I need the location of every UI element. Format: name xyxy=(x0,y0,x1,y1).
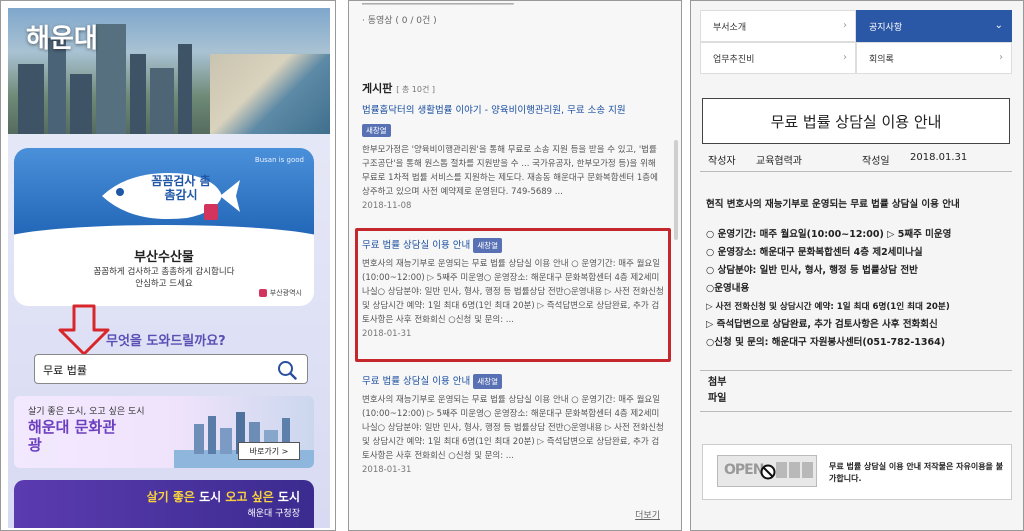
board-section-title: 게시판 [ 총 10건 ] xyxy=(362,82,435,95)
post-excerpt: 변호사의 재능기부로 운영되는 무료 법률 상담실 이용 안내 ○ 운영기간: … xyxy=(362,395,664,461)
post-date: 2018-01-31 xyxy=(362,465,412,475)
search-box[interactable] xyxy=(34,354,308,384)
license-icons xyxy=(776,462,813,478)
city-header-image: 해운대 xyxy=(8,8,330,134)
notice-meta: 작성자 교육협력과 작성일 2018.01.31 xyxy=(700,146,1012,172)
nav-item-minutes[interactable]: 회의록 › xyxy=(856,42,1012,74)
notice-content: 현직 변호사의 재능기부로 운영되는 무료 법률 상담실 이용 안내 ○ 운영기… xyxy=(706,199,960,348)
help-question: 무엇을 도와드릴까요? xyxy=(106,334,226,349)
nav-item-notice[interactable]: 공지사항 ⌄ xyxy=(856,10,1012,42)
kogl-license-badge: OPEN xyxy=(717,455,817,487)
video-result-count: ━━━━━━━━━━━━━━━━━━━━━━━━━━━━ · 동영상 ( 0 /… xyxy=(362,0,514,26)
banner-title: 부산수산물 xyxy=(134,250,194,265)
mobile-home-panel: 해운대 Busan is good 꼼꼼검사 촘촘감시 부산수산물 꼼꼼하게 검… xyxy=(0,0,336,531)
seafood-banner[interactable]: Busan is good 꼼꼼검사 촘촘감시 부산수산물 꼼꼼하게 검사하고 … xyxy=(14,148,314,306)
board-count: [ 총 10건 ] xyxy=(396,85,435,94)
banner-description: 꼼꼼하게 검사하고 촘촘하게 감시합니다 안심하고 드세요 xyxy=(93,267,235,289)
license-box: OPEN 무료 법률 상담실 이용 안내 저작물은 자유이용을 불가합니다. xyxy=(702,444,1012,500)
list-item[interactable]: 무료 법률 상담실 이용 안내 새창열 변호사의 재능기부로 운영되는 무료 법… xyxy=(362,374,664,475)
office-name: 해운대 구청장 xyxy=(247,509,300,519)
author-label: 작성자 xyxy=(708,156,736,167)
new-window-button[interactable]: 새창열 xyxy=(362,124,391,137)
chevron-right-icon: › xyxy=(843,20,847,31)
attachment-label: 첨부파일 xyxy=(708,377,727,404)
post-title[interactable]: 무료 법률 상담실 이용 안내 xyxy=(362,376,470,387)
author-value: 교육협력과 xyxy=(756,156,802,167)
highlight-box xyxy=(355,228,671,362)
attachment-row: 첨부파일 xyxy=(700,370,1012,412)
mobile-home-screen: 해운대 Busan is good 꼼꼼검사 촘촘감시 부산수산물 꼼꼼하게 검… xyxy=(8,8,330,528)
post-excerpt: 한부모가정은 '양육비이행관리원'을 통해 무료로 소송 지원 등을 받을 수 … xyxy=(362,145,658,197)
nav-item-expenses[interactable]: 업무추진비 › xyxy=(700,42,856,74)
date-value: 2018.01.31 xyxy=(910,152,968,163)
no-sign-icon xyxy=(760,464,776,480)
busan-logo-icon xyxy=(258,289,267,297)
search-input[interactable] xyxy=(43,360,263,380)
sub-navigation: 부서소개 › 공지사항 ⌄ 업무추진비 › 회의록 › xyxy=(700,10,1012,74)
district-office-banner[interactable]: 살기 좋은 도시 오고 싶은 도시 해운대 구청장 xyxy=(14,480,314,528)
license-text: 무료 법률 상담실 이용 안내 저작물은 자유이용을 불가합니다. xyxy=(829,462,1004,483)
date-label: 작성일 xyxy=(862,156,890,167)
new-window-button[interactable]: 새창열 xyxy=(473,374,502,389)
search-icon[interactable] xyxy=(277,360,297,380)
culture-shortcut-button[interactable]: 바로가기 > xyxy=(238,442,300,460)
chevron-right-icon: › xyxy=(843,52,847,63)
banner-tagline: Busan is good xyxy=(254,156,304,164)
culture-tag: 살기 좋은 도시, 오고 싶은 도시 xyxy=(28,407,145,417)
office-slogan: 살기 좋은 도시 오고 싶은 도시 xyxy=(146,490,300,504)
post-date: 2018-11-08 xyxy=(362,201,412,211)
more-link[interactable]: 더보기 xyxy=(635,508,660,521)
notice-detail-panel: 부서소개 › 공지사항 ⌄ 업무추진비 › 회의록 › 무료 법률 상담실 이용 안내 … xyxy=(690,0,1024,531)
culture-tourism-banner[interactable]: 살기 좋은 도시, 오고 싶은 도시 해운대 문화관광 바로가기 > xyxy=(14,396,314,468)
culture-name: 해운대 문화관광 xyxy=(28,418,117,454)
fish-text: 꼼꼼검사 촘촘감시 xyxy=(151,174,211,202)
scrollbar[interactable] xyxy=(674,140,678,240)
red-down-arrow-icon xyxy=(58,304,110,356)
chevron-down-icon: ⌄ xyxy=(994,20,1003,31)
chevron-right-icon: › xyxy=(999,52,1003,63)
list-item[interactable]: 법률홈닥터의 생활법률 이야기 - 양육비이행관리원, 무료 소송 지원 새창열… xyxy=(362,104,664,211)
busan-logo: 부산광역시 xyxy=(258,288,302,298)
city-title: 해운대 xyxy=(26,24,98,54)
notice-title: 무료 법률 상담실 이용 안내 xyxy=(702,98,1010,144)
post-title[interactable]: 법률홈닥터의 생활법률 이야기 - 양육비이행관리원, 무료 소송 지원 xyxy=(362,104,664,117)
nav-item-department[interactable]: 부서소개 › xyxy=(700,10,856,42)
